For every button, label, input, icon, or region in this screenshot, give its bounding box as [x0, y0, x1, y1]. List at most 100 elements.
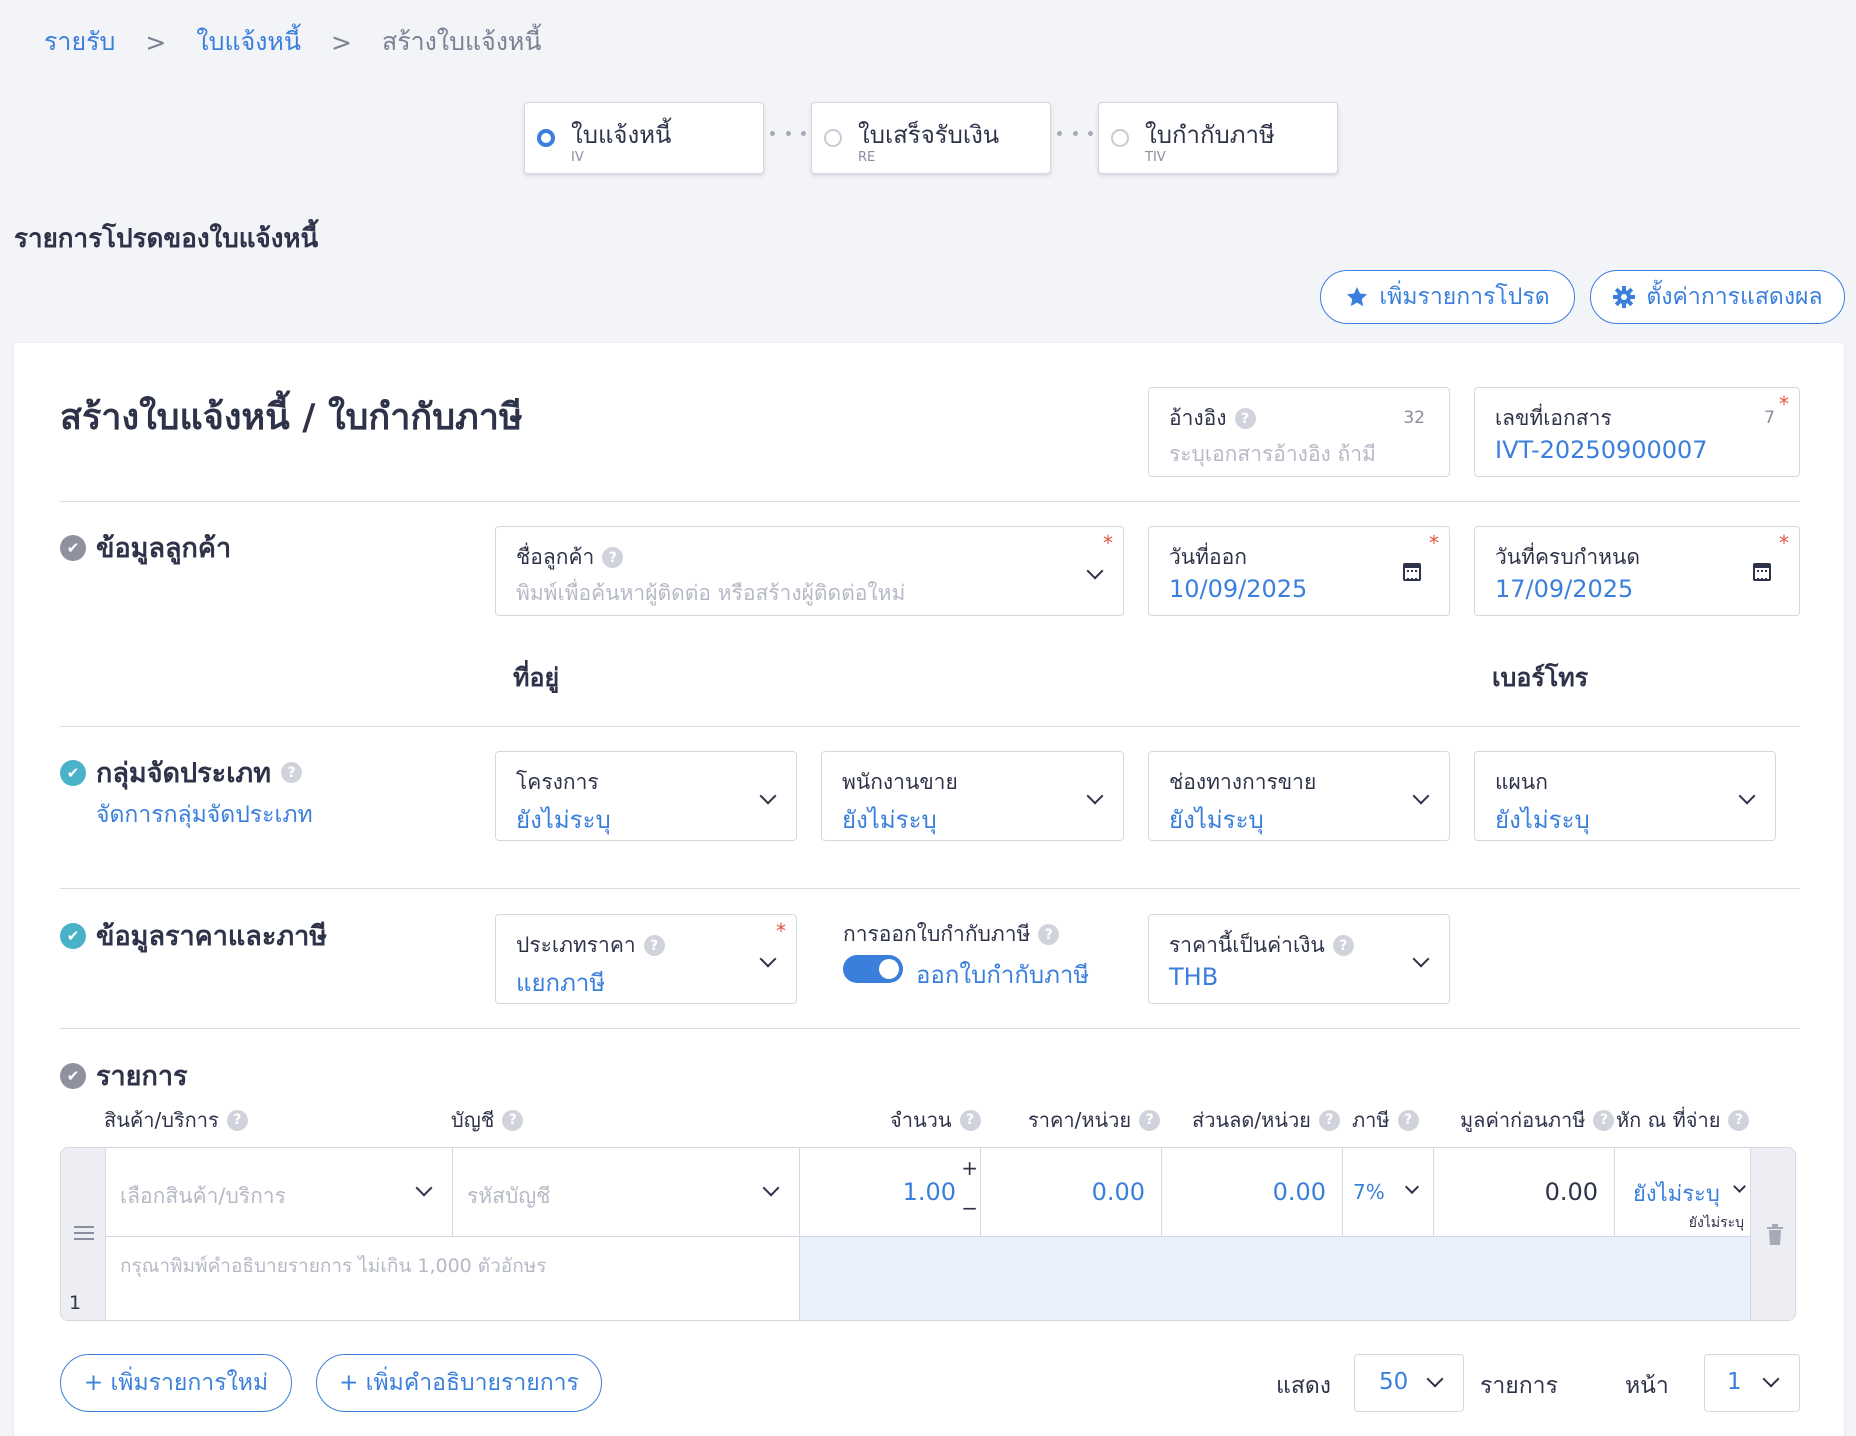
add-item-button[interactable]: + เพิ่มรายการใหม่ — [60, 1354, 292, 1412]
discount-value: 0.00 — [1272, 1178, 1326, 1206]
increment-icon[interactable]: + — [961, 1156, 978, 1180]
price-type-value: แยกภาษี — [516, 969, 606, 997]
description-highlight — [800, 1236, 1750, 1320]
check-circle-icon: ✔ — [60, 922, 86, 949]
doc-number-char-count: 7 — [1764, 408, 1775, 428]
manage-category-link[interactable]: จัดการกลุ่มจัดประเภท — [96, 797, 313, 833]
display-settings-button[interactable]: ตั้งค่าการแสดงผล — [1590, 270, 1845, 324]
help-icon[interactable]: ? — [1318, 1109, 1340, 1131]
chevron-down-icon — [1738, 787, 1756, 805]
row-handle[interactable]: 1 — [61, 1148, 106, 1320]
help-icon[interactable]: ? — [1728, 1109, 1750, 1131]
issue-date-value: 10/09/2025 — [1169, 575, 1308, 603]
description-input[interactable]: กรุณาพิมพ์คำอธิบายรายการ ไม่เกิน 1,000 ต… — [106, 1236, 800, 1320]
doc-number-label: เลขที่เอกสาร — [1495, 406, 1612, 430]
price-type-select[interactable]: ประเภทราคา? * แยกภาษี — [495, 914, 797, 1004]
step-tax-invoice[interactable]: ใบกำกับภาษี TIV — [1098, 102, 1338, 174]
issue-date-field[interactable]: วันที่ออก * 10/09/2025 — [1148, 526, 1450, 616]
account-select[interactable]: รหัสบัญชี — [453, 1148, 800, 1236]
breadcrumb-separator: > — [145, 27, 167, 57]
help-icon[interactable]: ? — [226, 1109, 248, 1131]
doc-number-field[interactable]: เลขที่เอกสาร 7 * IVT-20250900007 — [1474, 387, 1800, 477]
row-number: 1 — [69, 1292, 82, 1314]
breadcrumb-current: สร้างใบแจ้งหนี้ — [381, 27, 542, 56]
salesperson-value: ยังไม่ระบุ — [842, 806, 937, 834]
step-connector — [770, 128, 806, 138]
sales-channel-select[interactable]: ช่องทางการขาย ยังไม่ระบุ — [1148, 751, 1450, 841]
breadcrumb-invoices[interactable]: ใบแจ้งหนี้ — [196, 22, 301, 62]
due-date-label: วันที่ครบกำหนด — [1495, 545, 1640, 569]
customer-select[interactable]: ชื่อลูกค้า? * พิมพ์เพื่อค้นหาผู้ติดต่อ ห… — [495, 526, 1124, 616]
tax-invoice-toggle[interactable] — [843, 955, 903, 983]
column-tax: ภาษี? — [1352, 1104, 1419, 1136]
favorites-title: รายการโปรดของใบแจ้งหนี้ — [14, 224, 319, 254]
column-tax-label: ภาษี — [1352, 1108, 1390, 1132]
reference-field[interactable]: อ้างอิง? 32 ระบุเอกสารอ้างอิง ถ้ามี — [1148, 387, 1450, 477]
help-icon[interactable]: ? — [1139, 1109, 1161, 1131]
help-icon[interactable]: ? — [1593, 1109, 1615, 1131]
discount-input[interactable]: 0.00 — [1162, 1148, 1343, 1236]
tax-select[interactable]: 7% — [1343, 1148, 1434, 1236]
currency-label: ราคานี้เป็นค่าเงิน — [1169, 933, 1325, 957]
reference-placeholder: ระบุเอกสารอ้างอิง ถ้ามี — [1169, 442, 1376, 466]
due-date-field[interactable]: วันที่ครบกำหนด * 17/09/2025 — [1474, 526, 1800, 616]
project-select[interactable]: โครงการ ยังไม่ระบุ — [495, 751, 797, 841]
pretax-amount: 0.00 — [1434, 1148, 1615, 1236]
help-icon[interactable]: ? — [602, 547, 624, 568]
step-receipt[interactable]: ใบเสร็จรับเงิน RE — [811, 102, 1051, 174]
help-icon[interactable]: ? — [1397, 1109, 1419, 1131]
department-select[interactable]: แผนก ยังไม่ระบุ — [1474, 751, 1776, 841]
radio-icon — [824, 129, 842, 147]
product-select[interactable]: เลือกสินค้า/บริการ — [106, 1148, 453, 1236]
tax-invoice-label: การออกใบกำกับภาษี — [843, 922, 1031, 946]
qty-value: 1.00 — [902, 1178, 956, 1206]
withholding-value: ยังไม่ระบุ — [1633, 1182, 1720, 1207]
chevron-down-icon — [1412, 787, 1430, 805]
show-label: แสดง — [1276, 1373, 1332, 1399]
star-icon — [1347, 287, 1368, 307]
calendar-icon[interactable] — [1403, 563, 1421, 581]
help-icon[interactable]: ? — [1332, 935, 1354, 956]
chevron-down-icon — [759, 950, 777, 968]
step-code: RE — [858, 150, 876, 165]
calendar-icon[interactable] — [1753, 563, 1771, 581]
help-icon[interactable]: ? — [959, 1109, 981, 1131]
column-discount: ส่วนลด/หน่วย? — [1192, 1104, 1340, 1136]
chevron-down-icon — [1426, 1370, 1444, 1388]
help-icon[interactable]: ? — [643, 935, 665, 956]
trash-icon[interactable] — [1765, 1224, 1785, 1246]
page-select[interactable]: 1 — [1704, 1354, 1800, 1412]
help-icon[interactable]: ? — [1038, 924, 1060, 945]
check-circle-icon: ✔ — [60, 534, 86, 561]
decrement-icon[interactable]: − — [961, 1196, 978, 1220]
department-label: แผนก — [1495, 770, 1548, 794]
help-icon[interactable]: ? — [281, 762, 303, 783]
add-description-button[interactable]: + เพิ่มคำอธิบายรายการ — [316, 1354, 602, 1412]
divider — [60, 501, 1800, 502]
qty-input[interactable]: 1.00 + − — [800, 1148, 981, 1236]
price-input[interactable]: 0.00 — [981, 1148, 1162, 1236]
salesperson-select[interactable]: พนักงานขาย ยังไม่ระบุ — [821, 751, 1124, 841]
column-pretax-label: มูลค่าก่อนภาษี — [1460, 1108, 1586, 1132]
currency-select[interactable]: ราคานี้เป็นค่าเงิน? THB — [1148, 914, 1450, 1004]
toggle-knob — [879, 959, 899, 979]
chevron-down-icon — [1404, 1179, 1420, 1195]
reference-label: อ้างอิง — [1169, 406, 1227, 430]
tax-invoice-label-group: การออกใบกำกับภาษี ? — [843, 918, 1060, 951]
add-favorite-button[interactable]: เพิ่มรายการโปรด — [1320, 270, 1575, 324]
radio-selected-icon — [537, 129, 555, 147]
page-size-value: 50 — [1379, 1369, 1409, 1395]
page-size-select[interactable]: 50 — [1354, 1354, 1464, 1412]
step-invoice[interactable]: ใบแจ้งหนี้ IV — [524, 102, 764, 174]
price-type-label: ประเภทราคา — [516, 933, 636, 957]
step-title: ใบแจ้งหนี้ — [571, 121, 672, 149]
withholding-select[interactable]: ยังไม่ระบุ ยังไม่ระบุ — [1615, 1148, 1750, 1236]
customer-label: ชื่อลูกค้า — [516, 545, 595, 569]
customer-section-title: ข้อมูลลูกค้า — [96, 533, 232, 564]
currency-label-group: ราคานี้เป็นค่าเงิน? — [1169, 929, 1354, 962]
breadcrumb-income[interactable]: รายรับ — [44, 22, 115, 62]
items-section-title: รายการ — [96, 1061, 188, 1092]
help-icon[interactable]: ? — [1234, 408, 1256, 429]
help-icon[interactable]: ? — [502, 1109, 524, 1131]
divider — [60, 1028, 1800, 1029]
